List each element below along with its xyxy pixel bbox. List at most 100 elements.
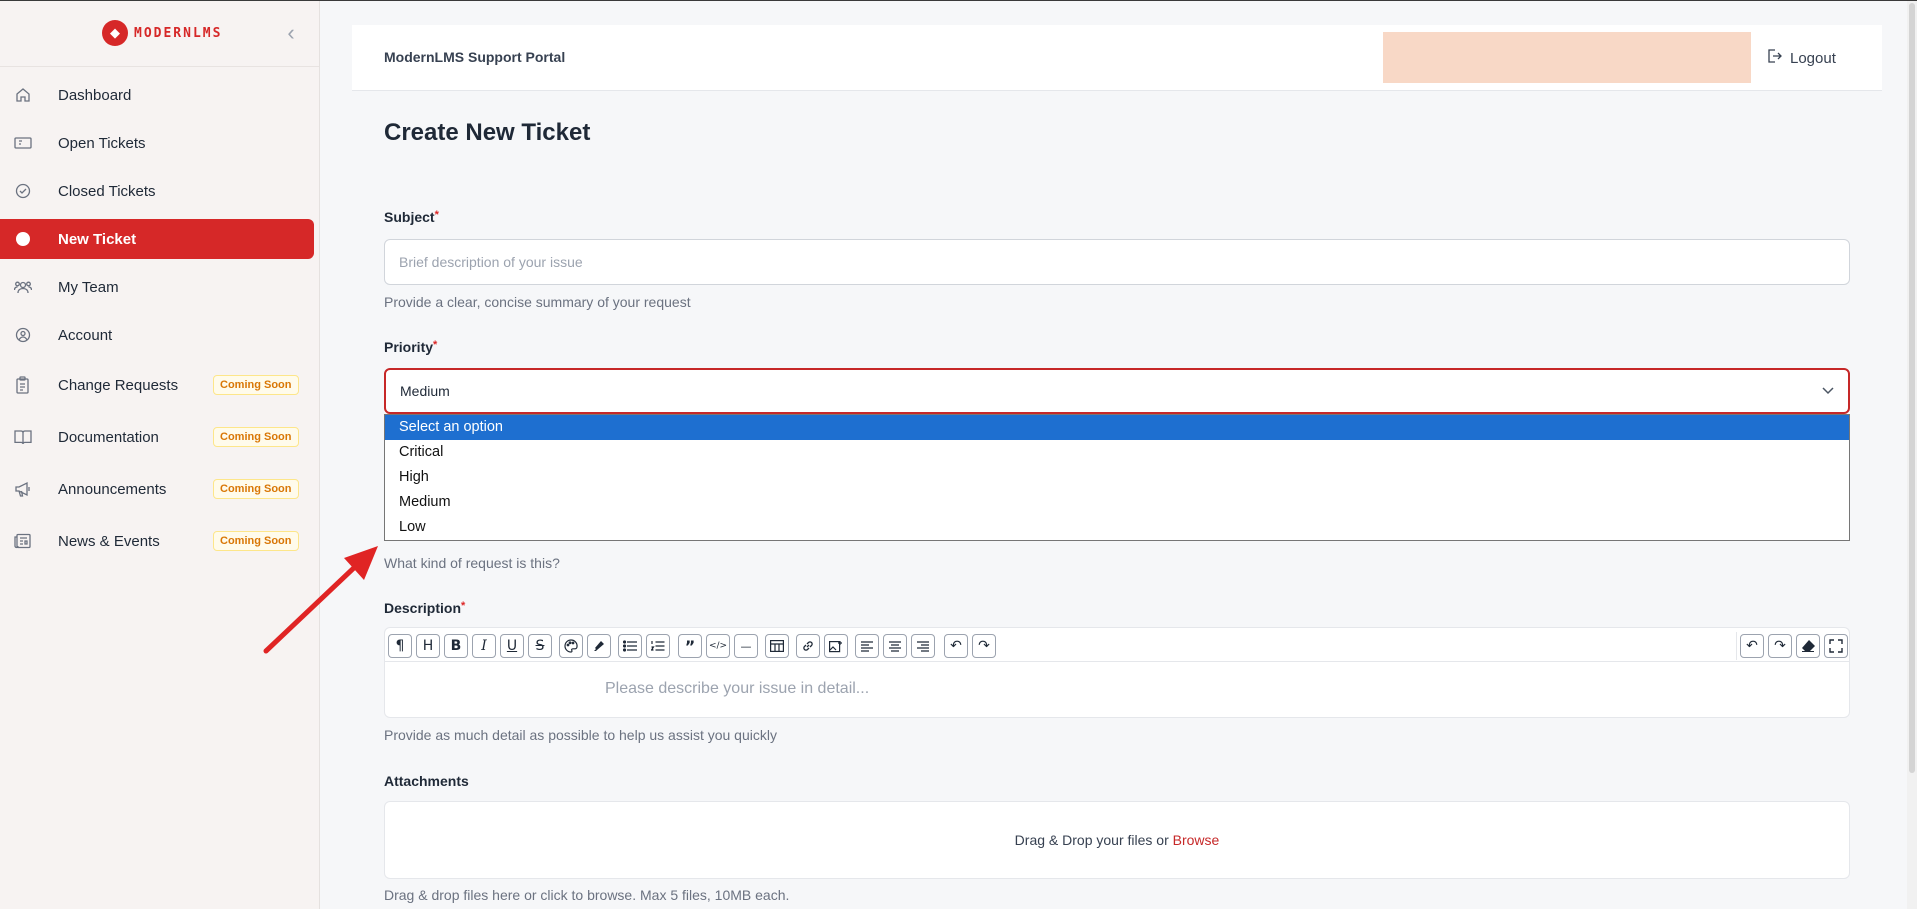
- sidebar-item-label: Open Tickets: [58, 134, 146, 152]
- plus-circle-icon: [14, 230, 32, 248]
- required-asterisk: *: [433, 339, 438, 351]
- drop-text: Drag & Drop your files or: [1014, 832, 1173, 848]
- description-label: Description*: [384, 600, 465, 616]
- team-icon: [14, 278, 32, 296]
- subject-help-text: Provide a clear, concise summary of your…: [384, 294, 691, 310]
- sidebar-item-label: Change Requests: [58, 376, 179, 394]
- sidebar-item-label: My Team: [58, 278, 119, 296]
- top-bar: ModernLMS Support Portal Logout: [352, 25, 1882, 91]
- palette-icon[interactable]: [559, 634, 583, 658]
- chevron-down-icon: [1822, 384, 1834, 398]
- table-icon[interactable]: [765, 634, 789, 658]
- logout-button[interactable]: Logout: [1766, 48, 1836, 68]
- sidebar: ◆ MODERNLMS ‹ Dashboard Open Tickets Clo…: [0, 1, 320, 909]
- priority-label: Priority*: [384, 339, 437, 355]
- ticket-icon: [14, 134, 32, 152]
- code-block-icon[interactable]: </>: [706, 634, 730, 658]
- priority-option[interactable]: Critical: [385, 440, 1849, 465]
- page-scrollbar[interactable]: [1907, 1, 1917, 909]
- sidebar-item-announcements[interactable]: Announcements Coming Soon: [0, 467, 314, 511]
- coming-soon-badge: Coming Soon: [213, 479, 299, 499]
- graduation-cap-icon: ◆: [102, 20, 128, 46]
- numbered-list-icon[interactable]: [646, 634, 670, 658]
- sidebar-item-label: Account: [58, 326, 113, 344]
- required-asterisk: *: [434, 209, 439, 221]
- check-circle-icon: [14, 182, 32, 200]
- coming-soon-badge: Coming Soon: [213, 375, 299, 395]
- priority-option[interactable]: High: [385, 465, 1849, 490]
- sidebar-nav: Dashboard Open Tickets Closed Tickets Ne…: [0, 75, 320, 571]
- sidebar-item-new-ticket[interactable]: New Ticket: [0, 219, 314, 259]
- description-help-text: Provide as much detail as possible to he…: [384, 727, 777, 743]
- sidebar-item-closed-tickets[interactable]: Closed Tickets: [0, 171, 314, 211]
- logout-label: Logout: [1790, 49, 1836, 67]
- required-asterisk: *: [461, 600, 466, 612]
- collapse-sidebar-chevron-left-icon[interactable]: ‹: [279, 21, 303, 45]
- description-label-text: Description: [384, 600, 462, 616]
- eraser-clear-format-icon[interactable]: [1796, 634, 1820, 658]
- sidebar-item-documentation[interactable]: Documentation Coming Soon: [0, 415, 314, 459]
- undo-icon[interactable]: ↶: [944, 634, 968, 658]
- sidebar-item-change-requests[interactable]: Change Requests Coming Soon: [0, 363, 314, 407]
- sidebar-item-label: Closed Tickets: [58, 182, 156, 200]
- page-title: Create New Ticket: [384, 119, 591, 146]
- redo-icon[interactable]: ↷: [972, 634, 996, 658]
- sidebar-header: ◆ MODERNLMS ‹: [0, 1, 319, 67]
- align-right-icon[interactable]: [911, 634, 935, 658]
- align-left-icon[interactable]: [855, 634, 879, 658]
- coming-soon-badge: Coming Soon: [213, 531, 299, 551]
- subject-label: Subject*: [384, 209, 439, 225]
- newspaper-icon: [14, 532, 32, 550]
- sidebar-item-label: Dashboard: [58, 86, 132, 104]
- priority-select[interactable]: Medium: [384, 368, 1850, 414]
- subject-label-text: Subject: [384, 209, 435, 225]
- horizontal-rule-icon[interactable]: —: [734, 634, 758, 658]
- user-circle-icon: [14, 326, 32, 344]
- underline-icon[interactable]: U: [500, 634, 524, 658]
- priority-option[interactable]: Medium: [385, 490, 1849, 515]
- browse-link[interactable]: Browse: [1173, 832, 1220, 848]
- description-editor[interactable]: Please describe your issue in detail...: [384, 661, 1850, 718]
- strikethrough-icon[interactable]: S: [528, 634, 552, 658]
- redo-icon[interactable]: ↷: [1768, 634, 1792, 658]
- attachments-label: Attachments: [384, 773, 469, 789]
- italic-icon[interactable]: I: [472, 634, 496, 658]
- clipboard-icon: [14, 376, 32, 394]
- sidebar-item-my-team[interactable]: My Team: [0, 267, 314, 307]
- toolbar-divider: [1736, 632, 1737, 660]
- link-icon[interactable]: [796, 634, 820, 658]
- subject-input[interactable]: Brief description of your issue: [384, 239, 1850, 285]
- logo-text: MODERNLMS: [134, 25, 223, 41]
- priority-option[interactable]: Low: [385, 515, 1849, 540]
- highlighter-icon[interactable]: [587, 634, 611, 658]
- undo-icon[interactable]: ↶: [1740, 634, 1764, 658]
- attachments-dropzone[interactable]: Drag & Drop your files or Browse: [384, 801, 1850, 879]
- bullet-list-icon[interactable]: [618, 634, 642, 658]
- type-help-text: What kind of request is this?: [384, 555, 560, 571]
- paragraph-icon[interactable]: ¶: [388, 634, 412, 658]
- dropzone-text: Drag & Drop your files or Browse: [385, 832, 1849, 848]
- bold-icon[interactable]: B: [444, 634, 468, 658]
- sidebar-item-dashboard[interactable]: Dashboard: [0, 75, 314, 115]
- sidebar-item-news-events[interactable]: News & Events Coming Soon: [0, 519, 314, 563]
- logo[interactable]: ◆ MODERNLMS: [102, 20, 222, 46]
- coming-soon-badge: Coming Soon: [213, 427, 299, 447]
- priority-label-text: Priority: [384, 339, 434, 355]
- sidebar-item-account[interactable]: Account: [0, 315, 314, 355]
- home-icon: [14, 86, 32, 104]
- blockquote-icon[interactable]: ”: [678, 634, 702, 658]
- fullscreen-icon[interactable]: [1824, 634, 1848, 658]
- scrollbar-thumb[interactable]: [1909, 3, 1915, 773]
- priority-value: Medium: [400, 383, 450, 399]
- editor-toolbar: ¶ H B I U S ” </> — ↶ ↷ ↶ ↷: [384, 627, 1850, 661]
- sidebar-item-label: Announcements: [58, 480, 167, 498]
- attachments-help-text: Drag & drop files here or click to brows…: [384, 887, 790, 903]
- priority-dropdown-list: Select an option Critical High Medium Lo…: [384, 414, 1850, 541]
- image-icon[interactable]: [824, 634, 848, 658]
- sidebar-item-label: Documentation: [58, 428, 159, 446]
- heading-icon[interactable]: H: [416, 634, 440, 658]
- sidebar-item-label: New Ticket: [58, 230, 137, 248]
- sidebar-item-open-tickets[interactable]: Open Tickets: [0, 123, 314, 163]
- align-center-icon[interactable]: [883, 634, 907, 658]
- priority-option[interactable]: Select an option: [385, 415, 1849, 440]
